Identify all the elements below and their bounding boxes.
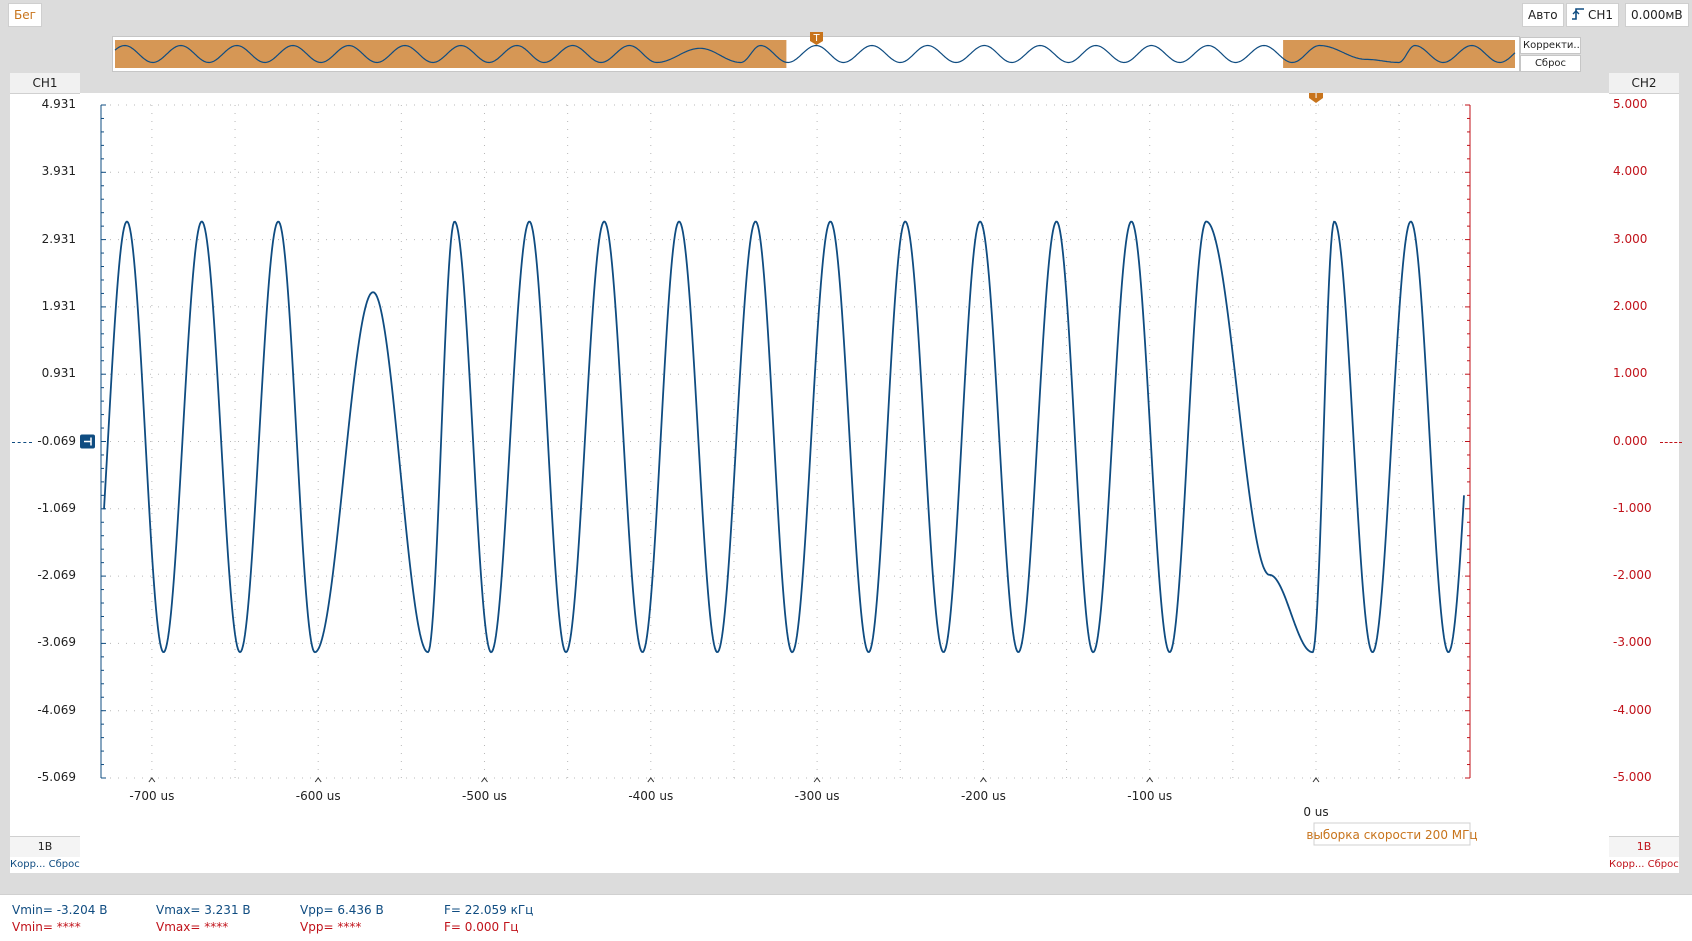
measurements-panel: Vmin= -3.204 В Vmax= 3.231 В Vpp= 6.436 … — [0, 894, 1692, 941]
x-tick-mark — [813, 777, 821, 783]
ch2-buttons: Корр... Сброс — [1609, 856, 1679, 873]
ch2-ground-dash — [1660, 441, 1682, 443]
ch2-title[interactable]: CH2 — [1609, 73, 1679, 94]
ch2-axis-panel: CH2 5.000 4.000 3.000 2.000 1.000 0.000 -1.000… — [1609, 73, 1679, 873]
x-tick-label: -100 us — [1127, 789, 1172, 803]
plot-grid — [102, 104, 1469, 779]
ch2-vmax: Vmax= **** — [156, 920, 229, 934]
x-tick-mark — [1312, 777, 1320, 783]
y-tick-label: 1.000 — [1613, 366, 1648, 381]
svg-text:выборка скорости 200 МГц: выборка скорости 200 МГц — [1306, 828, 1477, 842]
svg-text:T: T — [1312, 93, 1320, 101]
x-tick-label: -300 us — [795, 789, 840, 803]
trigger-channel-label: CH1 — [1588, 8, 1614, 22]
ch1-waveform — [103, 220, 1465, 654]
overview-shade-right — [1283, 40, 1515, 68]
x-tick-mark — [979, 777, 987, 783]
overview-shade-left — [115, 40, 787, 68]
overview-reset-button[interactable]: Сброс — [1520, 55, 1581, 72]
x-tick-mark — [148, 777, 156, 783]
x-tick-mark — [647, 777, 655, 783]
x-tick-label: -600 us — [296, 789, 341, 803]
y-tick-label: -1.069 — [37, 500, 76, 515]
ch2-adjust-button[interactable]: Корр... — [1609, 856, 1644, 873]
y-tick-label: 1.931 — [41, 298, 76, 313]
y-tick-label: 4.000 — [1613, 164, 1648, 179]
y-tick-label: -5.069 — [37, 770, 76, 784]
trigger-position-marker[interactable]: T — [1309, 93, 1323, 103]
overview-adjust-button[interactable]: Корректи... — [1520, 37, 1581, 54]
y-tick-label: 2.000 — [1613, 298, 1648, 313]
x-tick-label: -400 us — [628, 789, 673, 803]
x-tick-label: -700 us — [129, 789, 174, 803]
sample-rate-label: выборка скорости 200 МГц — [1306, 822, 1478, 846]
y-tick-label: 0.000 — [1613, 433, 1648, 448]
ch1-ground-marker[interactable] — [80, 434, 95, 449]
ch2-vmin: Vmin= **** — [12, 920, 81, 934]
x-zero-label: 0 us — [1303, 805, 1328, 819]
y-tick-label: -3.069 — [37, 635, 76, 650]
y-tick-label: -5.000 — [1613, 770, 1652, 784]
trigger-level-button[interactable]: 0.000мВ — [1625, 3, 1689, 27]
y-tick-label: -4.069 — [37, 702, 76, 717]
y-tick-label: -3.000 — [1613, 635, 1652, 650]
x-tick-label: -500 us — [462, 789, 507, 803]
y-tick-label: 0.931 — [41, 366, 76, 381]
y-tick-label: -4.000 — [1613, 702, 1652, 717]
y-tick-label: 3.000 — [1613, 231, 1648, 246]
ch1-adjust-button[interactable]: Корр... — [10, 856, 45, 873]
ch2-reset-button[interactable]: Сброс — [1648, 856, 1679, 873]
x-tick-mark — [1146, 777, 1154, 783]
y-tick-label: -1.000 — [1613, 500, 1652, 515]
ch1-vmax: Vmax= 3.231 В — [156, 903, 251, 917]
ch1-axis-panel: CH1 4.931 3.931 2.931 1.931 0.931 -0.069 -1.06… — [10, 73, 80, 873]
ch1-scale[interactable]: 1В — [10, 836, 80, 857]
y-tick-label: -2.069 — [37, 568, 76, 583]
ch2-vpp: Vpp= **** — [300, 920, 362, 934]
x-tick-mark — [314, 777, 322, 783]
y-tick-label: 3.931 — [41, 164, 76, 179]
rising-edge-icon — [1572, 8, 1584, 20]
run-state-button[interactable]: Бег — [8, 3, 42, 27]
ch2-scale[interactable]: 1В — [1609, 836, 1679, 857]
scope-plot-canvas: -700 us -600 us -500 us -400 us -300 us -200 … — [80, 93, 1478, 846]
overview-trigger-marker[interactable]: T — [809, 31, 824, 46]
ch1-buttons: Корр... Сброс — [10, 856, 80, 873]
x-tick-label: -200 us — [961, 789, 1006, 803]
y-tick-label: 5.000 — [1613, 97, 1648, 111]
trigger-mode-button[interactable]: Авто — [1522, 3, 1564, 27]
ch1-vmin: Vmin= -3.204 В — [12, 903, 108, 917]
trigger-channel-button[interactable]: CH1 — [1566, 3, 1620, 27]
ch1-title[interactable]: CH1 — [10, 73, 80, 94]
x-tick-mark — [481, 777, 488, 783]
y-tick-label: -0.069 — [37, 433, 76, 448]
ch2-frequency: F= 0.000 Гц — [444, 920, 519, 934]
ch1-ground-dash — [12, 441, 32, 443]
scope-plot[interactable]: -700 us -600 us -500 us -400 us -300 us -200 … — [80, 93, 1609, 873]
svg-text:T: T — [812, 33, 820, 44]
ch1-vpp: Vpp= 6.436 В — [300, 903, 384, 917]
ch1-reset-button[interactable]: Сброс — [49, 856, 80, 873]
y-tick-label: 4.931 — [41, 97, 76, 111]
y-tick-label: 2.931 — [41, 231, 76, 246]
y-tick-label: -2.000 — [1613, 568, 1652, 583]
ch1-frequency: F= 22.059 кГц — [444, 903, 534, 917]
